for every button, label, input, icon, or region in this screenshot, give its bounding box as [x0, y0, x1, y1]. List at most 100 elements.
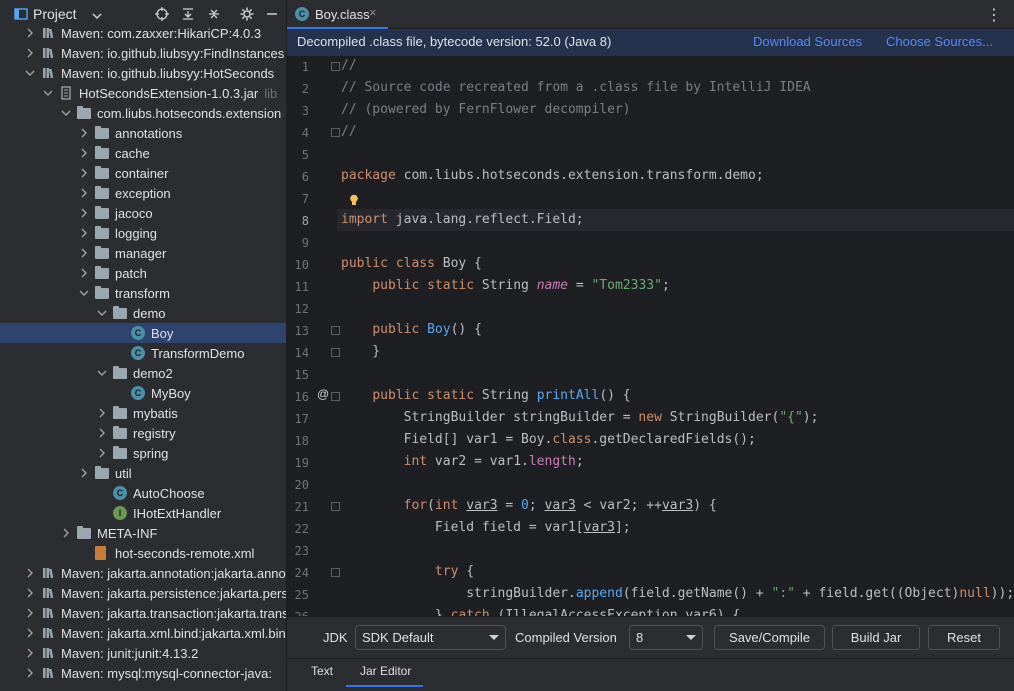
code-line[interactable]: stringBuilder.append(field.getName() + "… [341, 586, 1014, 601]
tab-jar-editor[interactable]: Jar Editor [346, 659, 423, 687]
chevron-right-icon[interactable] [24, 567, 36, 579]
code-line[interactable]: } [341, 344, 380, 359]
chevron-down-icon[interactable] [96, 307, 108, 319]
fold-marker-icon[interactable] [331, 62, 340, 71]
chevron-right-icon[interactable] [24, 47, 36, 59]
fold-marker-icon[interactable] [331, 348, 340, 357]
code-line[interactable]: public static String name = "Tom2333"; [341, 278, 669, 293]
tree-item[interactable]: util [0, 463, 286, 483]
collapse-all-icon[interactable] [207, 7, 221, 21]
tree-item[interactable]: jacoco [0, 203, 286, 223]
tab-text[interactable]: Text [311, 664, 333, 678]
tree-item[interactable]: C Boy [0, 323, 286, 343]
chevron-right-icon[interactable] [78, 167, 90, 179]
code-line[interactable]: // [341, 124, 357, 139]
tree-item[interactable]: Maven: jakarta.annotation:jakarta.annota… [0, 563, 286, 583]
code-line[interactable]: } catch (IllegalAccessException var6) { [341, 608, 740, 616]
chevron-right-icon[interactable] [78, 207, 90, 219]
minimize-icon[interactable] [265, 7, 279, 21]
chevron-right-icon[interactable] [24, 587, 36, 599]
tree-item[interactable]: Maven: jakarta.xml.bind:jakarta.xml.bind [0, 623, 286, 643]
chevron-right-icon[interactable] [96, 447, 108, 459]
code-line[interactable]: public class Boy { [341, 256, 482, 271]
fold-marker-icon[interactable] [331, 568, 340, 577]
code-line[interactable]: try { [341, 564, 474, 579]
expand-all-icon[interactable] [181, 7, 195, 21]
chevron-right-icon[interactable] [96, 407, 108, 419]
chevron-right-icon[interactable] [78, 467, 90, 479]
tree-item[interactable]: spring [0, 443, 286, 463]
tree-item[interactable]: I IHotExtHandler [0, 503, 286, 523]
tree-item[interactable]: logging [0, 223, 286, 243]
tree-item[interactable]: transform [0, 283, 286, 303]
more-options-icon[interactable]: ⋮ [986, 5, 1002, 25]
code-editor[interactable]: @ 1 // 2 // Source code recreated from a .c… [287, 56, 1014, 616]
tree-item[interactable]: demo2 [0, 363, 286, 383]
tree-item[interactable]: C MyBoy [0, 383, 286, 403]
tree-item[interactable]: C AutoChoose [0, 483, 286, 503]
download-sources-link[interactable]: Download Sources [753, 34, 862, 49]
tree-item[interactable]: registry [0, 423, 286, 443]
code-line[interactable]: for(int var3 = 0; var3 < var2; ++var3) { [341, 498, 717, 513]
tree-item[interactable]: Maven: io.github.liubsyy:FindInstances [0, 43, 286, 63]
code-line[interactable]: import java.lang.reflect.Field; [341, 212, 584, 227]
chevron-right-icon[interactable] [60, 527, 72, 539]
tree-item[interactable]: C TransformDemo [0, 343, 286, 363]
tree-item[interactable]: com.liubs.hotseconds.extension [0, 103, 286, 123]
tree-item[interactable]: annotations [0, 123, 286, 143]
code-line[interactable]: package com.liubs.hotseconds.extension.t… [341, 168, 764, 183]
tree-item[interactable]: hot-seconds-remote.xml [0, 543, 286, 563]
tree-item[interactable]: container [0, 163, 286, 183]
save-compile-button[interactable]: Save/Compile [714, 625, 825, 650]
tree-item[interactable]: HotSecondsExtension-1.0.3.jar lib [0, 83, 286, 103]
lightbulb-icon[interactable] [349, 194, 359, 206]
override-at-icon[interactable]: @ [317, 387, 329, 401]
chevron-right-icon[interactable] [24, 627, 36, 639]
fold-marker-icon[interactable] [331, 392, 340, 401]
code-line[interactable]: Field[] var1 = Boy.class.getDeclaredFiel… [341, 432, 756, 447]
chevron-down-icon[interactable] [90, 9, 104, 23]
chevron-right-icon[interactable] [24, 647, 36, 659]
chevron-down-icon[interactable] [24, 67, 36, 79]
choose-sources-link[interactable]: Choose Sources... [886, 34, 993, 49]
chevron-right-icon[interactable] [24, 27, 36, 39]
tree-item[interactable]: patch [0, 263, 286, 283]
tree-item[interactable]: exception [0, 183, 286, 203]
code-line[interactable]: StringBuilder stringBuilder = new String… [341, 410, 819, 425]
build-jar-button[interactable]: Build Jar [832, 625, 920, 650]
chevron-right-icon[interactable] [78, 187, 90, 199]
chevron-down-icon[interactable] [60, 107, 72, 119]
code-line[interactable]: // [341, 58, 357, 73]
tree-item[interactable]: Maven: mysql:mysql-connector-java: [0, 663, 286, 683]
chevron-down-icon[interactable] [78, 287, 90, 299]
tree-item[interactable]: mybatis [0, 403, 286, 423]
chevron-right-icon[interactable] [78, 127, 90, 139]
chevron-right-icon[interactable] [96, 427, 108, 439]
compiled-version-select[interactable]: 8 [629, 625, 703, 650]
chevron-right-icon[interactable] [78, 147, 90, 159]
chevron-right-icon[interactable] [78, 247, 90, 259]
code-line[interactable]: // Source code recreated from a .class f… [341, 80, 811, 95]
tree-item[interactable]: Maven: jakarta.transaction:jakarta.trans… [0, 603, 286, 623]
close-icon[interactable]: × [369, 5, 377, 20]
fold-marker-icon[interactable] [331, 326, 340, 335]
tree-item[interactable]: cache [0, 143, 286, 163]
locate-icon[interactable] [155, 7, 169, 21]
chevron-down-icon[interactable] [96, 367, 108, 379]
tree-item[interactable]: Maven: com.zaxxer:HikariCP:4.0.3 [0, 23, 286, 43]
gear-icon[interactable] [240, 7, 254, 21]
code-line[interactable]: // (powered by FernFlower decompiler) [341, 102, 631, 117]
tree-item[interactable]: META-INF [0, 523, 286, 543]
tab-boy-class[interactable]: C Boy.class × [287, 0, 388, 29]
tree-item[interactable]: Maven: jakarta.persistence:jakarta.persi… [0, 583, 286, 603]
reset-button[interactable]: Reset [928, 625, 1000, 650]
chevron-right-icon[interactable] [24, 607, 36, 619]
chevron-down-icon[interactable] [42, 87, 54, 99]
code-line[interactable]: Field field = var1[var3]; [341, 520, 631, 535]
tree-item[interactable]: Maven: io.github.liubsyy:HotSeconds [0, 63, 286, 83]
tree-item[interactable]: manager [0, 243, 286, 263]
chevron-right-icon[interactable] [78, 267, 90, 279]
code-line[interactable]: public Boy() { [341, 322, 482, 337]
tree-item[interactable]: demo [0, 303, 286, 323]
fold-marker-icon[interactable] [331, 502, 340, 511]
